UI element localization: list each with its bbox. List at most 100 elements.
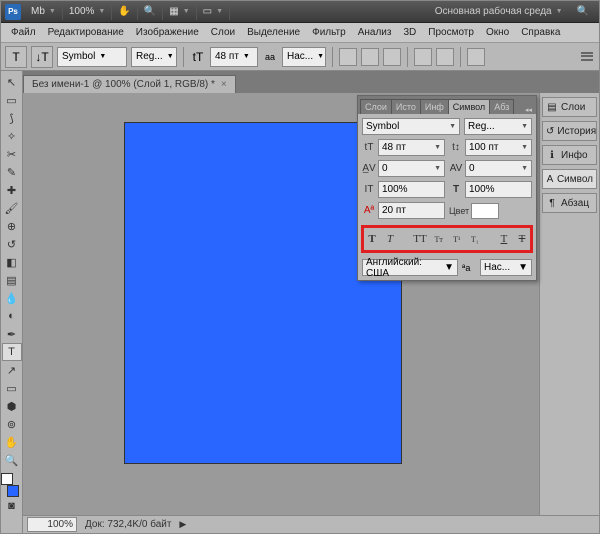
panel-collapse-icon[interactable]: ◂◂: [525, 106, 532, 114]
photoshop-icon[interactable]: Ps: [5, 4, 21, 20]
align-right-icon[interactable]: [383, 48, 401, 66]
foreground-color[interactable]: [1, 473, 13, 485]
char-kerning[interactable]: 0▼: [378, 160, 445, 177]
faux-bold-button[interactable]: T: [366, 232, 378, 246]
view-zoom-icon[interactable]: 🔍: [138, 4, 163, 20]
tool-preset-type-icon[interactable]: T: [5, 46, 27, 68]
menu-filter[interactable]: Фильтр: [306, 27, 352, 38]
type-tool-icon[interactable]: T: [2, 343, 22, 361]
arrange-docs-icon[interactable]: ▦▼: [163, 4, 196, 20]
char-font-size[interactable]: 48 пт▼: [378, 139, 445, 156]
panel-tab-strip: Слои Исто Инф Символ Абз ◂◂: [358, 96, 536, 114]
3d-tool-icon[interactable]: ⬢: [2, 397, 22, 415]
app-window: Ps Mb▼ 100%▼ ✋ 🔍 ▦▼ ▭▼ Основная рабочая …: [0, 0, 600, 534]
pen-tool-icon[interactable]: ✒: [2, 325, 22, 343]
superscript-button[interactable]: T¹: [451, 232, 463, 246]
crop-tool-icon[interactable]: ✂: [2, 145, 22, 163]
menu-help[interactable]: Справка: [515, 27, 566, 38]
zoom-tool-icon[interactable]: 🔍: [2, 451, 22, 469]
move-tool-icon[interactable]: ↖: [2, 73, 22, 91]
dock-btn-paragraph[interactable]: ¶Абзац: [542, 193, 597, 213]
hand-tool-icon[interactable]: ✋: [2, 433, 22, 451]
dock-btn-info[interactable]: ℹИнфо: [542, 145, 597, 165]
font-size-select[interactable]: 48 пт▼: [210, 47, 258, 67]
dock-btn-character[interactable]: AСимвол: [542, 169, 597, 189]
panel-tab-layers[interactable]: Слои: [360, 99, 392, 114]
layers-icon: ▤: [546, 101, 558, 113]
bridge-launcher[interactable]: Mb▼: [25, 4, 63, 20]
faux-italic-button[interactable]: T: [384, 232, 396, 246]
gradient-tool-icon[interactable]: ▤: [2, 271, 22, 289]
char-hscale[interactable]: 100%: [465, 181, 532, 198]
menu-edit[interactable]: Редактирование: [42, 27, 130, 38]
info-icon: ℹ: [546, 149, 558, 161]
smallcaps-button[interactable]: Tᴛ: [433, 232, 445, 246]
wand-tool-icon[interactable]: ✧: [2, 127, 22, 145]
strikethrough-button[interactable]: T: [516, 232, 528, 246]
antialias-select[interactable]: Нас...▼: [282, 47, 326, 67]
font-style-select[interactable]: Reg...▼: [131, 47, 177, 67]
3d-camera-tool-icon[interactable]: ⊚: [2, 415, 22, 433]
dock-btn-layers[interactable]: ▤Слои: [542, 97, 597, 117]
panel-menu-icon[interactable]: [579, 50, 595, 64]
char-tracking[interactable]: 0▼: [465, 160, 532, 177]
stamp-tool-icon[interactable]: ⊕: [2, 217, 22, 235]
menu-file[interactable]: Файл: [5, 27, 42, 38]
menu-select[interactable]: Выделение: [241, 27, 306, 38]
menu-view[interactable]: Просмотр: [422, 27, 480, 38]
healing-tool-icon[interactable]: ✚: [2, 181, 22, 199]
character-panel-toggle[interactable]: [467, 48, 485, 66]
char-antialias-select[interactable]: Нас...▼: [480, 259, 532, 276]
document-area: Без имени-1 @ 100% (Слой 1, RGB/8) * × С…: [23, 71, 599, 533]
eraser-tool-icon[interactable]: ◧: [2, 253, 22, 271]
eyedropper-tool-icon[interactable]: ✎: [2, 163, 22, 181]
menu-3d[interactable]: 3D: [397, 27, 422, 38]
panel-tab-info[interactable]: Инф: [420, 99, 449, 114]
char-baseline[interactable]: 20 пт: [378, 202, 445, 219]
view-hand-icon[interactable]: ✋: [112, 4, 137, 20]
char-font-family[interactable]: Symbol▼: [362, 118, 460, 135]
char-leading[interactable]: 100 пт▼: [465, 139, 532, 156]
color-swatches[interactable]: [1, 473, 21, 497]
char-font-style[interactable]: Reg...▼: [464, 118, 532, 135]
status-menu-icon[interactable]: ▶: [179, 519, 186, 530]
font-family-select[interactable]: Symbol▼: [57, 47, 127, 67]
align-left-icon[interactable]: [339, 48, 357, 66]
char-language-select[interactable]: Английский: США▼: [362, 259, 458, 276]
text-orientation-icon[interactable]: ↓T: [31, 46, 53, 68]
workspace-switcher[interactable]: Основная рабочая среда▼: [427, 6, 571, 17]
marquee-tool-icon[interactable]: ▭: [2, 91, 22, 109]
background-color[interactable]: [7, 485, 19, 497]
underline-button[interactable]: T: [498, 232, 510, 246]
document-tab[interactable]: Без имени-1 @ 100% (Слой 1, RGB/8) * ×: [23, 75, 236, 93]
menu-analyze[interactable]: Анализ: [352, 27, 398, 38]
allcaps-button[interactable]: TT: [413, 232, 426, 246]
align-center-icon[interactable]: [361, 48, 379, 66]
menu-layers[interactable]: Слои: [205, 27, 241, 38]
menu-window[interactable]: Окно: [480, 27, 515, 38]
panel-tab-paragraph[interactable]: Абз: [489, 99, 514, 114]
warp-text-icon[interactable]: [436, 48, 454, 66]
brush-tool-icon[interactable]: 🖌: [2, 199, 22, 217]
search-icon[interactable]: 🔍: [571, 4, 595, 20]
subscript-button[interactable]: T₁: [469, 232, 481, 246]
menu-image[interactable]: Изображение: [130, 27, 205, 38]
path-tool-icon[interactable]: ↗: [2, 361, 22, 379]
dodge-tool-icon[interactable]: ◐: [2, 307, 22, 325]
canvas-viewport[interactable]: Слои Исто Инф Символ Абз ◂◂ Symbol▼ Reg.…: [23, 93, 599, 515]
panel-tab-character[interactable]: Символ: [448, 99, 490, 114]
status-zoom[interactable]: 100%: [27, 517, 77, 532]
history-brush-tool-icon[interactable]: ↺: [2, 235, 22, 253]
char-vscale[interactable]: 100%: [378, 181, 445, 198]
text-color-swatch[interactable]: [414, 48, 432, 66]
close-tab-icon[interactable]: ×: [221, 79, 227, 90]
panel-tab-history[interactable]: Исто: [391, 99, 421, 114]
screen-mode-icon[interactable]: ▭▼: [197, 4, 230, 20]
quickmask-icon[interactable]: ◙: [2, 497, 22, 515]
lasso-tool-icon[interactable]: ⟆: [2, 109, 22, 127]
dock-btn-history[interactable]: ↺История: [542, 121, 597, 141]
shape-tool-icon[interactable]: ▭: [2, 379, 22, 397]
blur-tool-icon[interactable]: 💧: [2, 289, 22, 307]
char-color-swatch[interactable]: [471, 203, 499, 219]
zoom-level[interactable]: 100%▼: [63, 4, 113, 20]
